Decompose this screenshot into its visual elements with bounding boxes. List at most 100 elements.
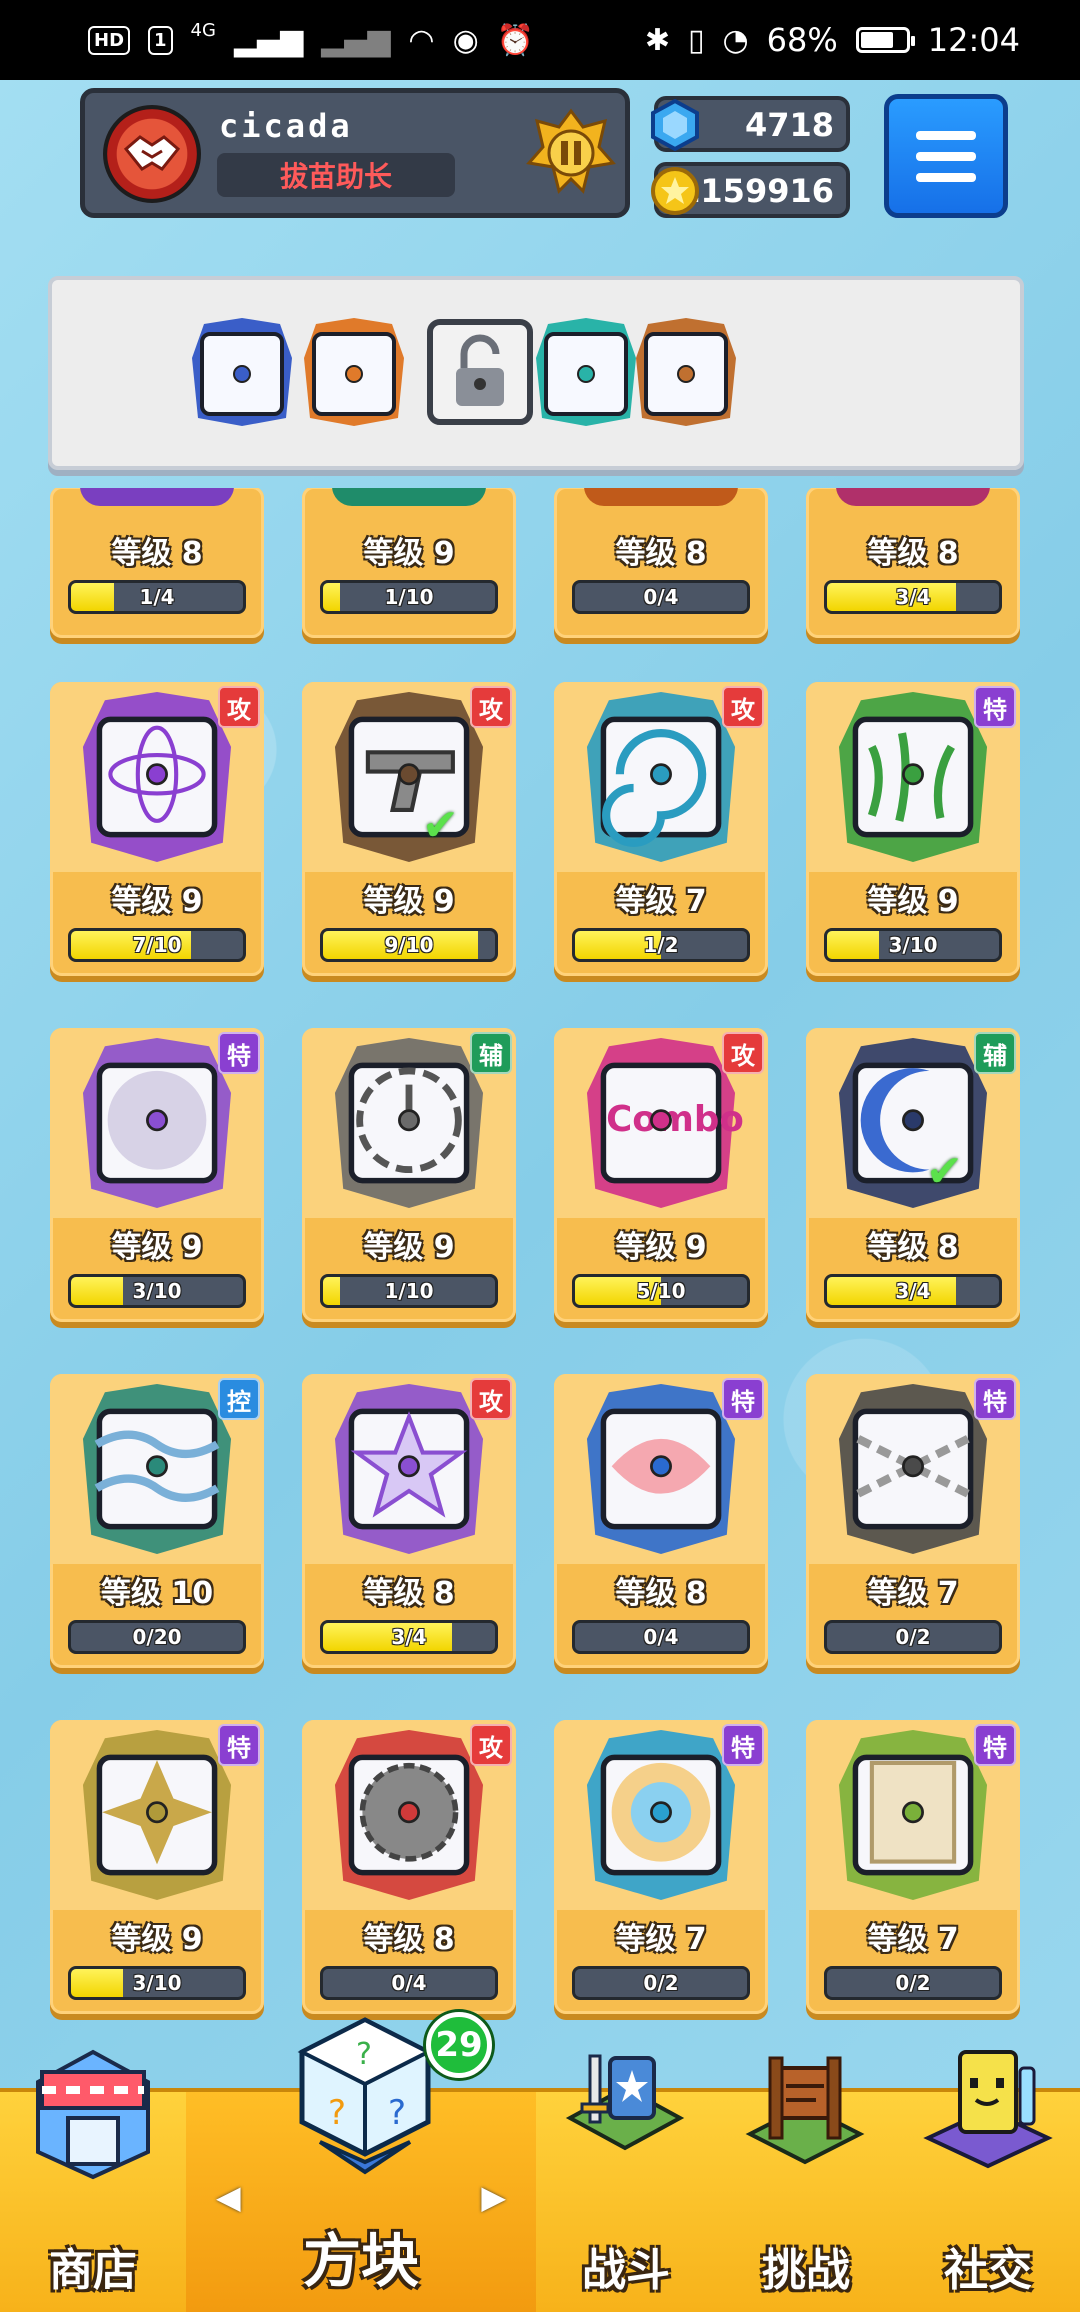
upgrade-progress-bar: 0/4	[572, 580, 750, 614]
upgrade-progress-bar: 5/10	[572, 1274, 750, 1308]
upgrade-progress-bar: 3/10	[824, 928, 1002, 962]
pistol-block-icon	[326, 692, 492, 862]
nav-shop[interactable]: 商店	[0, 2049, 186, 2312]
block-type-tag: 攻	[470, 1378, 512, 1420]
block-card[interactable]: Combo 攻等级 9 5/10	[554, 1028, 768, 1322]
block-grid[interactable]: 等级 8 1/4 等级 9 1/10 等级 8 0/4 等级 8 3/4 攻等级 9 7/10 攻 ✔…	[0, 488, 1080, 2088]
block-type-tag: 特	[974, 686, 1016, 728]
block-level: 等级 9	[615, 1230, 707, 1265]
progress-text: 1/4	[139, 585, 175, 609]
block-level: 等级 8	[363, 1922, 455, 1957]
block-card[interactable]: 等级 8 0/4	[554, 488, 768, 638]
player-name: cicada	[219, 107, 353, 145]
progress-text: 3/10	[132, 1279, 182, 1303]
upgrade-progress-bar: 3/10	[68, 1274, 246, 1308]
menu-button[interactable]	[884, 94, 1008, 218]
nav-social[interactable]: 社交	[896, 2050, 1080, 2312]
progress-text: 1/2	[643, 933, 679, 957]
upgrade-progress-bar: 1/10	[320, 580, 498, 614]
block-card[interactable]: 辅等级 9 1/10	[302, 1028, 516, 1322]
nav-battle[interactable]: 战斗	[536, 2054, 716, 2312]
nav-label-challenge: 挑战	[762, 2245, 850, 2296]
block-card[interactable]: 特等级 9 3/10	[50, 1028, 264, 1322]
upgrade-progress-bar: 0/2	[824, 1966, 1002, 2000]
block-card[interactable]: 攻 ✔ 等级 9 9/10	[302, 682, 516, 976]
svg-text:?: ?	[328, 2093, 346, 2133]
block-card[interactable]: 等级 8 1/4	[50, 488, 264, 638]
progress-text: 7/10	[132, 933, 182, 957]
upgrade-progress-bar: 0/4	[320, 1966, 498, 2000]
nav-prev-arrow-icon[interactable]: ◀	[216, 2178, 241, 2216]
pistol-block-icon[interactable]	[632, 318, 740, 426]
upgrade-progress-bar: 3/4	[320, 1620, 498, 1654]
block-card[interactable]: 特等级 8 0/4	[554, 1374, 768, 1668]
block-card[interactable]: 特等级 9 3/10	[50, 1720, 264, 2014]
progress-text: 0/20	[132, 1625, 182, 1649]
block-type-tag: 特	[722, 1724, 764, 1766]
block-card[interactable]: 攻等级 7 1/2	[554, 682, 768, 976]
block-level: 等级 8	[363, 1576, 455, 1611]
block-type-tag: 控	[218, 1378, 260, 1420]
block-card[interactable]: 攻等级 9 7/10	[50, 682, 264, 976]
block-card[interactable]: 特等级 7 0/2	[806, 1374, 1020, 1668]
disc-block-icon	[578, 1730, 744, 1900]
svg-text:?: ?	[356, 2037, 372, 2072]
nav-challenge[interactable]: 挑战	[716, 2056, 896, 2312]
burst-block-icon[interactable]	[532, 318, 640, 426]
block-level: 等级 9	[363, 1230, 455, 1265]
nav-label-social: 社交	[944, 2245, 1032, 2296]
block-card[interactable]: 攻等级 8 0/4	[302, 1720, 516, 2014]
block-card[interactable]: 等级 9 1/10	[302, 488, 516, 638]
eye-icon: ◉	[452, 22, 479, 58]
vortex-block-icon	[578, 692, 744, 862]
unlock-slot-icon[interactable]	[426, 318, 534, 426]
block-tile-cutoff	[80, 488, 234, 506]
block-type-tag: 特	[722, 1378, 764, 1420]
signal-icon: ▂▄▆	[233, 22, 304, 58]
equipped-check-icon: ✔	[926, 1146, 963, 1197]
nav-blocks[interactable]: ??? ◀ ▶ 方块	[186, 2017, 536, 2312]
crescent-block-icon[interactable]	[188, 318, 296, 426]
star-block-icon	[326, 1384, 492, 1554]
network-type: 4G	[190, 19, 216, 41]
block-card[interactable]: 特等级 7 0/2	[554, 1720, 768, 2014]
block-card[interactable]: 特等级 7 0/2	[806, 1720, 1020, 2014]
crown-rank-icon[interactable]	[523, 103, 619, 203]
infinity-block-icon[interactable]	[300, 318, 408, 426]
coin-counter[interactable]: 1159916	[651, 162, 850, 218]
chain-block-icon	[830, 1384, 996, 1554]
block-card[interactable]: 特等级 9 3/10	[806, 682, 1020, 976]
progress-text: 1/10	[384, 585, 434, 609]
block-card[interactable]: 控等级 10 0/20	[50, 1374, 264, 1668]
block-card[interactable]: 等级 8 3/4	[806, 488, 1020, 638]
block-type-tag: 辅	[974, 1032, 1016, 1074]
menu-icon	[916, 130, 976, 140]
equipped-panel	[48, 276, 1024, 470]
gem-counter[interactable]: 4718	[651, 96, 850, 152]
hd-indicator: HD	[88, 25, 131, 55]
signal-2-icon: ▂▄▆	[321, 22, 391, 58]
block-level: 等级 8	[867, 1230, 959, 1265]
block-type-tag: 攻	[470, 1724, 512, 1766]
nav-label-battle: 战斗	[582, 2245, 670, 2296]
progress-text: 9/10	[384, 933, 434, 957]
upgrade-progress-bar: 1/2	[572, 928, 750, 962]
block-level: 等级 10	[100, 1576, 214, 1611]
block-card[interactable]: 攻等级 8 3/4	[302, 1374, 516, 1668]
block-level: 等级 7	[615, 884, 707, 919]
battery-percent: 68%	[766, 21, 838, 59]
profile-card[interactable]: cicada 拔苗助长	[80, 88, 630, 218]
handshake-icon[interactable]	[103, 105, 201, 203]
block-card[interactable]: 辅 ✔ 等级 8 3/4	[806, 1028, 1020, 1322]
coin-icon	[646, 162, 704, 220]
orbit-block-icon	[74, 692, 240, 862]
progress-text: 3/4	[391, 1625, 427, 1649]
progress-text: 0/4	[643, 585, 679, 609]
block-tile-cutoff	[584, 488, 738, 506]
progress-text: 3/4	[895, 585, 931, 609]
nav-next-arrow-icon[interactable]: ▶	[481, 2178, 506, 2216]
block-type-tag: 攻	[470, 686, 512, 728]
block-tile-cutoff	[836, 488, 990, 506]
block-level: 等级 9	[111, 1922, 203, 1957]
vibrate-icon: ▯	[687, 22, 705, 58]
